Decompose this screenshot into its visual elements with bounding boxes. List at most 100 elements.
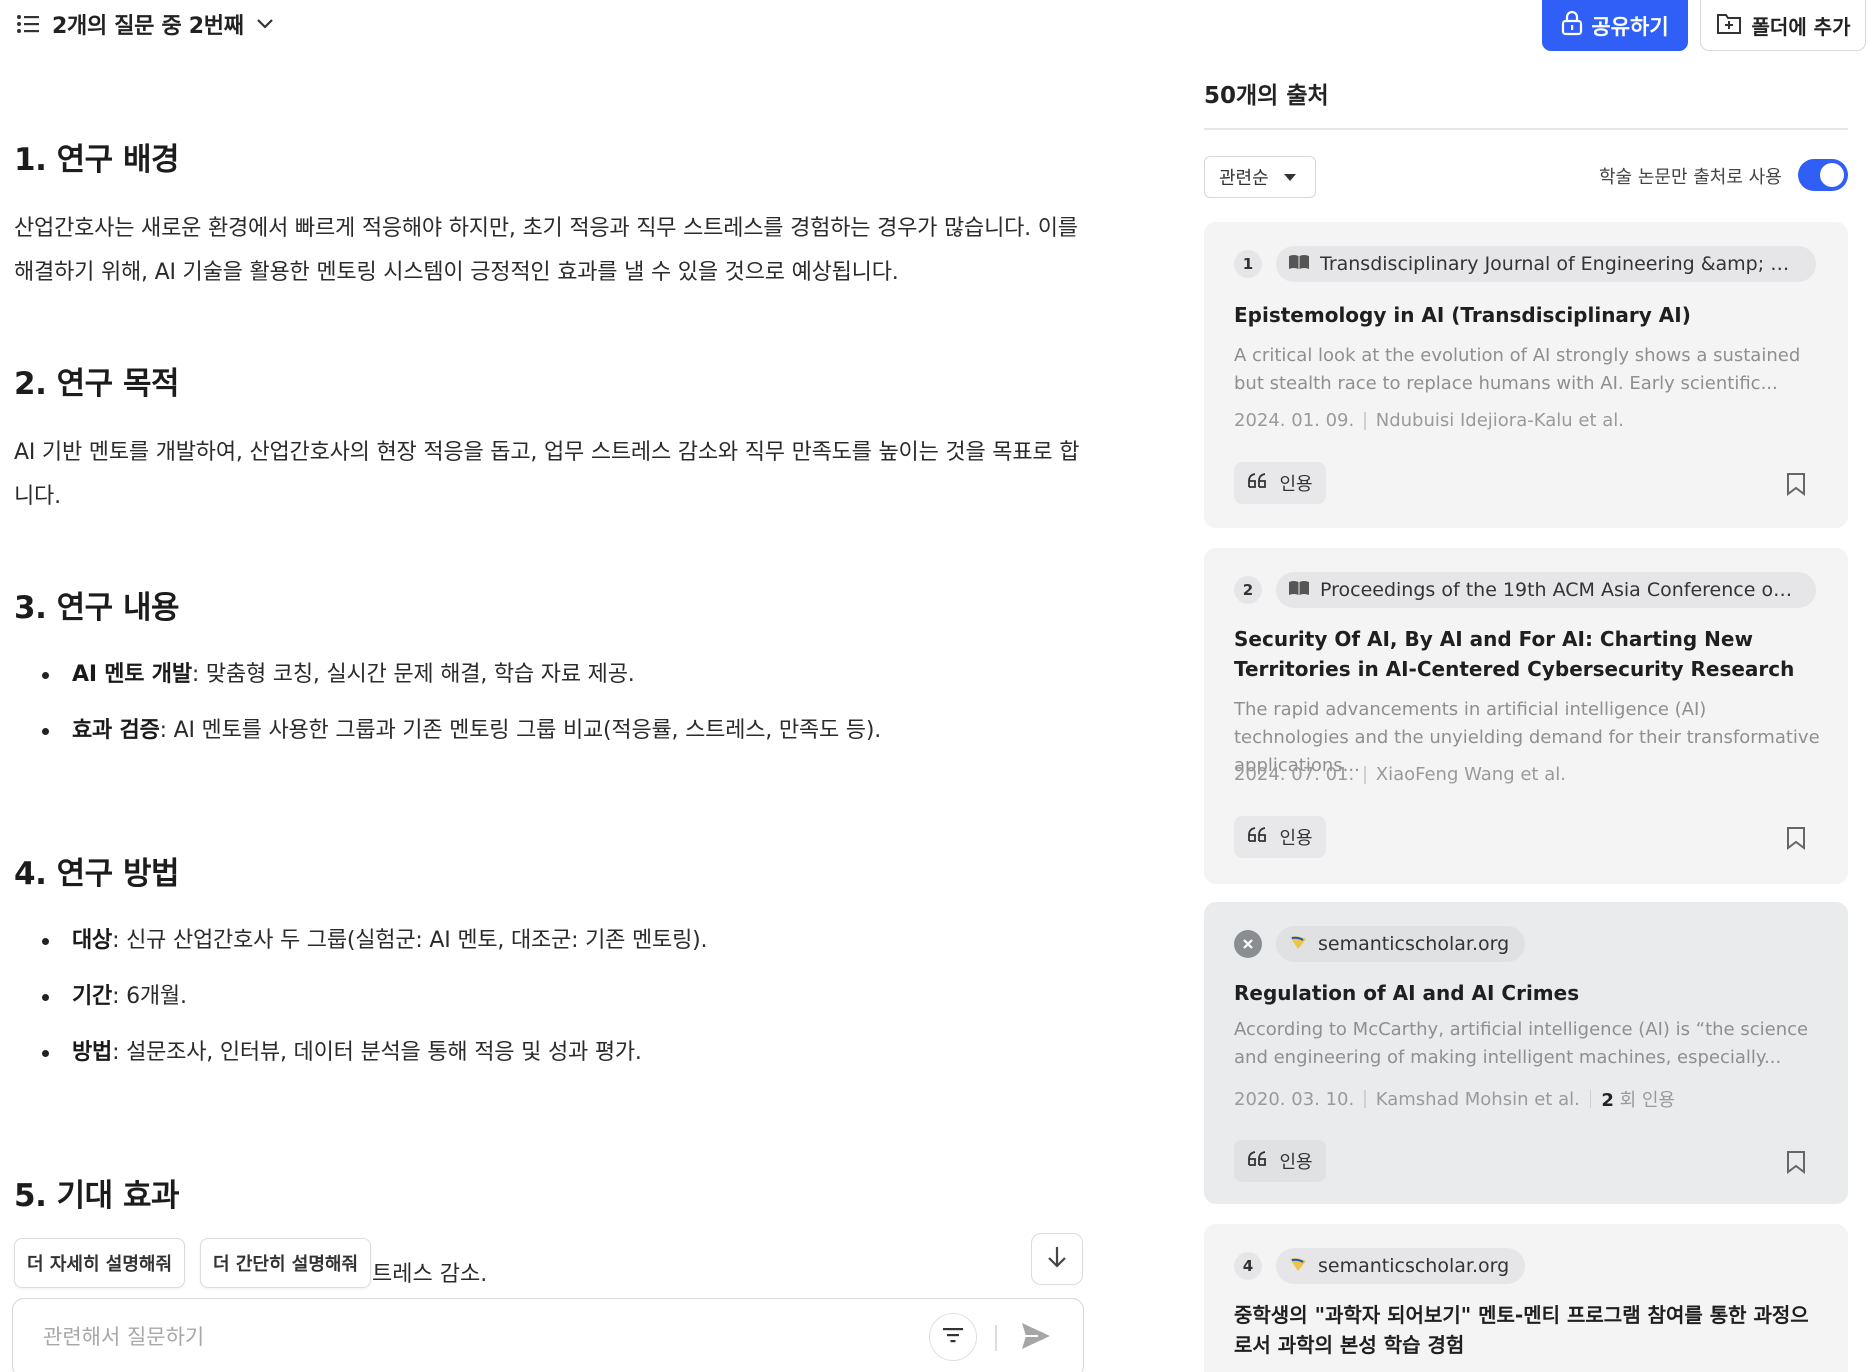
source-publisher-chip[interactable]: semanticscholar.org bbox=[1276, 926, 1526, 962]
source-authors: Kamshad Mohsin et al. bbox=[1375, 1088, 1580, 1110]
question-navigator[interactable]: 2개의 질문 중 2번째 bbox=[16, 6, 274, 42]
semantic-scholar-icon bbox=[1288, 933, 1308, 956]
list-item: 기간: 6개월. bbox=[14, 983, 1094, 1011]
source-publisher: semanticscholar.org bbox=[1318, 1255, 1510, 1277]
section-research-background: 1. 연구 배경 산업간호사는 새로운 환경에서 빠르게 적응해야 하지만, 초… bbox=[14, 134, 1094, 295]
caret-down-icon bbox=[1283, 167, 1297, 188]
quote-icon bbox=[1247, 826, 1269, 848]
source-publisher: semanticscholar.org bbox=[1318, 933, 1510, 955]
source-date: 2024. 01. 09. bbox=[1234, 410, 1355, 431]
source-title[interactable]: Regulation of AI and AI Crimes bbox=[1234, 978, 1824, 1008]
quote-icon bbox=[1247, 1150, 1269, 1172]
book-icon bbox=[1288, 579, 1310, 601]
section-heading: 5. 기대 효과 bbox=[14, 1178, 180, 1214]
divider bbox=[1364, 1090, 1366, 1108]
source-publisher-chip[interactable]: semanticscholar.org bbox=[1276, 1248, 1526, 1284]
list-item-term: 기간 bbox=[72, 984, 113, 1009]
suggestion-more-detail-button[interactable]: 더 자세히 설명해줘 bbox=[14, 1238, 186, 1288]
citation-count-suffix: 회 인용 bbox=[1619, 1090, 1675, 1111]
source-publisher: Proceedings of the 19th ACM Asia Confere… bbox=[1320, 579, 1800, 601]
sources-count-title: 50개의 출처 bbox=[1204, 83, 1329, 109]
book-icon bbox=[1288, 253, 1310, 275]
cite-label: 인용 bbox=[1279, 474, 1313, 495]
cite-label: 인용 bbox=[1279, 828, 1313, 849]
bullet-list: 대상: 신규 산업간호사 두 그룹(실험군: AI 멘토, 대조군: 기존 멘토… bbox=[14, 927, 1094, 1067]
divider bbox=[1364, 765, 1366, 784]
cite-button[interactable]: 인용 bbox=[1234, 462, 1326, 504]
follow-up-question-box bbox=[12, 1298, 1084, 1372]
source-card[interactable]: 1 Transdisciplinary Journal of Engineeri… bbox=[1204, 222, 1848, 528]
section-heading: 2. 연구 목적 bbox=[14, 366, 180, 402]
citation-count-number: 2 bbox=[1601, 1090, 1614, 1111]
divider bbox=[1589, 1090, 1592, 1108]
source-card[interactable]: 4 semanticscholar.org 중학생의 "과학자 되어보기" 멘토… bbox=[1204, 1224, 1848, 1372]
bookmark-icon[interactable] bbox=[1784, 824, 1808, 852]
source-abstract: A critical look at the evolution of AI s… bbox=[1234, 345, 1801, 394]
sources-panel: 50개의 출처 관련순 학술 논문만 출처로 사용 1 Transdiscipl… bbox=[1204, 0, 1850, 1372]
source-authors: XiaoFeng Wang et al. bbox=[1375, 764, 1566, 785]
list-item-text: : 설문조사, 인터뷰, 데이터 분석을 통해 적응 및 성과 평가. bbox=[112, 1040, 642, 1065]
sort-dropdown[interactable]: 관련순 bbox=[1204, 156, 1316, 198]
list-item-text: : 신규 산업간호사 두 그룹(실험군: AI 멘토, 대조군: 기존 멘토링)… bbox=[112, 928, 708, 953]
suggestion-label: 더 간단히 설명해줘 bbox=[213, 1254, 359, 1275]
source-meta: 2024. 07. 01. XiaoFeng Wang et al. bbox=[1234, 764, 1566, 785]
source-publisher-chip[interactable]: Transdisciplinary Journal of Engineering… bbox=[1276, 246, 1816, 282]
send-button[interactable] bbox=[1013, 1315, 1059, 1361]
suggestion-simpler-button[interactable]: 더 간단히 설명해줘 bbox=[200, 1238, 372, 1288]
academic-only-toggle[interactable] bbox=[1798, 159, 1848, 191]
list-item-term: 방법 bbox=[72, 1040, 113, 1065]
divider bbox=[1204, 128, 1848, 130]
list-item-term: 대상 bbox=[72, 928, 113, 953]
source-authors: Ndubuisi Idejiora-Kalu et al. bbox=[1375, 410, 1624, 431]
source-card[interactable]: 2 Proceedings of the 19th ACM Asia Confe… bbox=[1204, 548, 1848, 884]
section-heading: 3. 연구 내용 bbox=[14, 590, 180, 626]
list-item-text: : 6개월. bbox=[112, 984, 187, 1009]
scroll-to-bottom-button[interactable] bbox=[1031, 1233, 1083, 1285]
arrow-down-icon bbox=[1046, 1245, 1068, 1273]
section-heading: 1. 연구 배경 bbox=[14, 142, 180, 178]
source-title[interactable]: Epistemology in AI (Transdisciplinary AI… bbox=[1234, 300, 1824, 330]
source-title[interactable]: Security Of AI, By AI and For AI: Charti… bbox=[1234, 624, 1824, 684]
chevron-down-icon bbox=[256, 18, 274, 30]
section-body: AI 기반 멘토를 개발하여, 산업간호사의 현장 적응을 돕고, 업무 스트레… bbox=[14, 440, 1080, 509]
question-navigator-label: 2개의 질문 중 2번째 bbox=[52, 14, 244, 39]
section-research-content: 3. 연구 내용 AI 멘토 개발: 맞춤형 코칭, 실시간 문제 해결, 학습… bbox=[14, 582, 1094, 773]
cite-button[interactable]: 인용 bbox=[1234, 1140, 1326, 1182]
section-heading: 4. 연구 방법 bbox=[14, 856, 180, 892]
remove-source-icon[interactable] bbox=[1234, 930, 1262, 958]
list-item-term: 효과 검증 bbox=[72, 718, 160, 743]
source-meta: 2024. 01. 09. Ndubuisi Idejiora-Kalu et … bbox=[1234, 410, 1624, 431]
section-body: 산업간호사는 새로운 환경에서 빠르게 적응해야 하지만, 초기 적응과 직무 … bbox=[14, 216, 1078, 285]
source-date: 2020. 03. 10. bbox=[1234, 1088, 1355, 1110]
source-meta: 2020. 03. 10. Kamshad Mohsin et al. 2 회 … bbox=[1234, 1086, 1675, 1112]
bookmark-icon[interactable] bbox=[1784, 470, 1808, 498]
list-item: 대상: 신규 산업간호사 두 그룹(실험군: AI 멘토, 대조군: 기존 멘토… bbox=[14, 927, 1094, 955]
source-card[interactable]: semanticscholar.org Regulation of AI and… bbox=[1204, 902, 1848, 1204]
list-item-term: AI 멘토 개발 bbox=[72, 662, 192, 687]
bookmark-icon[interactable] bbox=[1784, 1148, 1808, 1176]
list-icon bbox=[16, 14, 40, 34]
source-number: 4 bbox=[1234, 1252, 1262, 1280]
section-research-method: 4. 연구 방법 대상: 신규 산업간호사 두 그룹(실험군: AI 멘토, 대… bbox=[14, 848, 1094, 1095]
filter-icon bbox=[942, 1326, 964, 1348]
source-title[interactable]: 중학생의 "과학자 되어보기" 멘토-멘티 프로그램 참여를 통한 과정으로서 … bbox=[1234, 1300, 1824, 1360]
source-abstract: According to McCarthy, artificial intell… bbox=[1234, 1019, 1809, 1068]
list-item: 방법: 설문조사, 인터뷰, 데이터 분석을 통해 적응 및 성과 평가. bbox=[14, 1039, 1094, 1067]
cite-label: 인용 bbox=[1279, 1152, 1313, 1173]
section-expected-effects: 5. 기대 효과 bbox=[14, 1170, 1094, 1215]
filter-button[interactable] bbox=[929, 1313, 977, 1361]
divider bbox=[1364, 411, 1366, 430]
source-number: 2 bbox=[1234, 576, 1262, 604]
cite-button[interactable]: 인용 bbox=[1234, 816, 1326, 858]
citation-count: 2 회 인용 bbox=[1601, 1086, 1675, 1112]
source-publisher-chip[interactable]: Proceedings of the 19th ACM Asia Confere… bbox=[1276, 572, 1816, 608]
source-number: 1 bbox=[1234, 250, 1262, 278]
semantic-scholar-icon bbox=[1288, 1255, 1308, 1278]
list-item: 효과 검증: AI 멘토를 사용한 그룹과 기존 멘토링 그룹 비교(적응률, … bbox=[14, 717, 1094, 745]
list-item-text: : 맞춤형 코칭, 실시간 문제 해결, 학습 자료 제공. bbox=[191, 662, 635, 687]
sort-dropdown-value: 관련순 bbox=[1219, 168, 1269, 189]
send-icon bbox=[1020, 1321, 1052, 1355]
divider bbox=[995, 1325, 997, 1351]
follow-up-question-input[interactable] bbox=[43, 1319, 903, 1355]
source-publisher: Transdisciplinary Journal of Engineering… bbox=[1320, 253, 1800, 275]
